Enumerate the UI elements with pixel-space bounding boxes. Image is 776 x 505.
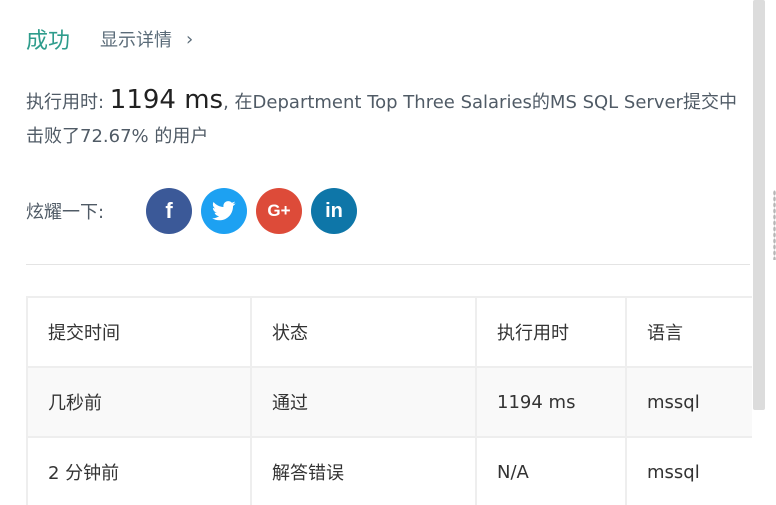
- column-header-language: 语言: [625, 296, 752, 368]
- linkedin-icon: in: [325, 199, 343, 222]
- cell-language: mssql: [625, 366, 752, 438]
- share-label: 炫耀一下:: [26, 202, 105, 223]
- runtime-context: , 在Department Top Three Salaries的MS SQL …: [223, 92, 737, 113]
- cell-submit-time: 2 分钟前: [26, 436, 252, 505]
- vertical-scrollbar[interactable]: [753, 0, 765, 410]
- section-divider: [26, 264, 750, 265]
- facebook-share-button[interactable]: f: [146, 188, 192, 234]
- linkedin-share-button[interactable]: in: [311, 188, 357, 234]
- cell-runtime: 1194 ms: [475, 366, 627, 438]
- runtime-label: 执行用时:: [26, 92, 110, 113]
- facebook-icon: f: [165, 198, 173, 223]
- share-row: 炫耀一下: f G+ in: [26, 188, 366, 234]
- column-header-submit-time: 提交时间: [26, 296, 252, 368]
- cell-status-link[interactable]: 解答错误: [250, 436, 477, 505]
- column-header-runtime: 执行用时: [475, 296, 627, 368]
- table-row[interactable]: 2 分钟前 解答错误 N/A mssql: [26, 436, 752, 505]
- beat-percentage: 击败了72.67% 的用户: [26, 126, 209, 147]
- result-status-title: 成功: [26, 29, 71, 54]
- show-details-label: 显示详情: [100, 30, 173, 51]
- cell-status-link[interactable]: 通过: [250, 366, 477, 438]
- cell-submit-time: 几秒前: [26, 366, 252, 438]
- submission-result-panel: 成功 显示详情 › 执行用时: 1194 ms, 在Department Top…: [0, 0, 752, 505]
- submissions-table: 提交时间 状态 执行用时 语言 几秒前 通过 1194 ms mssql 2 分…: [26, 296, 752, 505]
- show-details-link[interactable]: 显示详情 ›: [100, 26, 193, 52]
- cell-runtime: N/A: [475, 436, 627, 505]
- twitter-share-button[interactable]: [201, 188, 247, 234]
- google-plus-share-button[interactable]: G+: [256, 188, 302, 234]
- runtime-summary: 执行用时: 1194 ms, 在Department Top Three Sal…: [26, 85, 737, 115]
- runtime-value: 1194 ms: [109, 85, 224, 115]
- result-header: 成功 显示详情 ›: [26, 23, 193, 55]
- twitter-icon: [212, 201, 236, 221]
- column-header-status: 状态: [250, 296, 477, 368]
- cell-language: mssql: [625, 436, 752, 505]
- chevron-right-icon: ›: [186, 28, 194, 50]
- table-row[interactable]: 几秒前 通过 1194 ms mssql: [26, 366, 752, 438]
- google-plus-icon: G+: [267, 201, 291, 220]
- table-header-row: 提交时间 状态 执行用时 语言: [26, 296, 752, 368]
